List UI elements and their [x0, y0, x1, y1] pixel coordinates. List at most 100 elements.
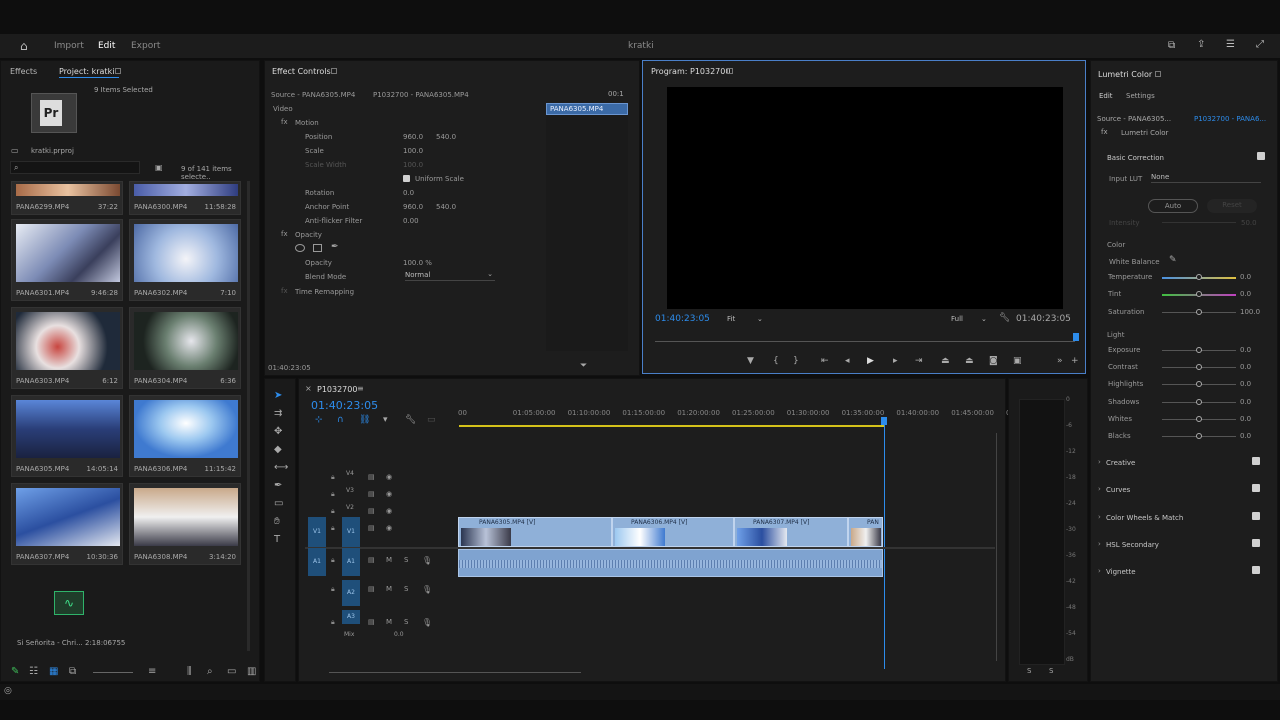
eye-icon[interactable]: ◉ — [386, 490, 392, 498]
mic-icon[interactable]: 🎙︎ — [422, 618, 432, 627]
light-subheader[interactable]: Light — [1107, 331, 1124, 339]
lumetri-section-checkbox[interactable] — [1252, 566, 1260, 575]
new-bin-icon[interactable]: ▣ — [155, 163, 163, 172]
mic-icon[interactable]: 🎙︎ — [422, 585, 432, 594]
add-marker-icon[interactable]: ▾ — [383, 415, 388, 425]
lock-icon[interactable]: 🔒︎ — [331, 490, 335, 499]
lock-icon[interactable]: 🔒︎ — [331, 473, 335, 482]
timeline-scroll-h[interactable] — [329, 672, 581, 673]
lumetri-section-header[interactable]: Creative — [1106, 459, 1135, 467]
clip-thumb[interactable]: PANA6301.MP4 9:46:28 — [11, 219, 123, 301]
solo-icon[interactable]: S — [404, 618, 408, 626]
lock-icon[interactable]: 🔒︎ — [331, 524, 335, 533]
automate-icon[interactable]: ⫼ — [187, 666, 192, 677]
lumetri-seq[interactable]: P1032700 - PANA6... — [1194, 115, 1266, 123]
blacks-slider-knob[interactable] — [1196, 433, 1202, 439]
nav-edit[interactable]: Edit — [98, 41, 115, 51]
exposure-value[interactable]: 0.0 — [1240, 346, 1251, 354]
sync-icon[interactable]: ▤ — [368, 585, 375, 593]
timeline-scroll-v[interactable] — [996, 433, 997, 661]
basic-correction-header[interactable]: Basic Correction — [1107, 154, 1164, 162]
tab-sequence[interactable]: P1032700 — [317, 385, 357, 394]
eyedropper-icon[interactable]: ✎ — [1169, 255, 1177, 265]
mute-icon[interactable]: M — [386, 556, 392, 564]
clip-thumb[interactable]: PANA6304.MP4 6:36 — [129, 307, 241, 389]
clip-thumb[interactable]: PANA6307.MP4 10:30:36 — [11, 483, 123, 565]
reset-button[interactable]: Reset — [1207, 199, 1257, 213]
temperature-value[interactable]: 0.0 — [1240, 273, 1251, 281]
uniform-scale-checkbox[interactable] — [403, 175, 410, 182]
snap-icon[interactable]: ∩ — [337, 415, 344, 425]
nav-export[interactable]: Export — [131, 41, 160, 51]
filter-icon[interactable]: ⏷ — [580, 361, 587, 371]
play-icon[interactable]: ▶ — [867, 357, 874, 366]
lumetri-section-header[interactable]: Vignette — [1106, 568, 1136, 576]
temperature-slider-knob[interactable] — [1196, 274, 1202, 280]
program-timecode[interactable]: 01:40:23:05 — [655, 314, 710, 324]
bin-icon[interactable]: ▭ — [11, 146, 19, 155]
tab-effect-controls[interactable]: Effect Controls — [272, 67, 331, 76]
clip-thumb[interactable]: PANA6302.MP4 7:10 — [129, 219, 241, 301]
menu-icon[interactable]: ☰ — [1226, 39, 1235, 50]
clip-thumb[interactable]: PANA6300.MP4 11:58:28 — [129, 181, 241, 215]
add-button-icon[interactable]: + — [1071, 357, 1079, 366]
sync-icon[interactable]: ▤ — [368, 618, 375, 626]
video-clip[interactable]: PANA6306.MP4 [V] — [612, 517, 734, 547]
quick-export-icon[interactable]: ⧉ — [1168, 40, 1175, 51]
ec-sequence[interactable]: P1032700 - PANA6305.MP4 — [373, 91, 469, 99]
lumetri-section-header[interactable]: Curves — [1106, 486, 1130, 494]
search-input[interactable]: ⌕ — [10, 161, 140, 174]
eye-icon[interactable]: ◉ — [386, 473, 392, 481]
hand-tool-icon[interactable]: ✋︎ — [274, 516, 280, 527]
solo-right[interactable]: S — [1049, 667, 1053, 675]
lumetri-fx-select[interactable]: Lumetri Color — [1121, 129, 1168, 137]
step-back-icon[interactable]: ◂ — [845, 357, 850, 366]
playhead-marker[interactable] — [881, 417, 887, 425]
tab-lumetri[interactable]: Lumetri Color — [1098, 70, 1152, 79]
slip-icon[interactable]: ⟷ — [274, 462, 288, 473]
section-chevron-icon[interactable]: › — [1098, 567, 1101, 575]
input-lut-select[interactable]: None — [1151, 172, 1261, 183]
track-a3[interactable]: A3 — [342, 610, 360, 624]
mute-icon[interactable]: M — [386, 618, 392, 626]
blacks-value[interactable]: 0.0 — [1240, 432, 1251, 440]
tint-value[interactable]: 0.0 — [1240, 290, 1251, 298]
list-view-icon[interactable]: ☷ — [29, 666, 38, 677]
lumetri-section-header[interactable]: HSL Secondary — [1106, 541, 1159, 549]
mark-in-icon[interactable]: { — [773, 357, 779, 366]
audio-clip[interactable] — [458, 549, 883, 577]
whites-slider-knob[interactable] — [1196, 416, 1202, 422]
extract-icon[interactable]: ⏏ — [965, 357, 974, 366]
find-icon[interactable]: ⌕ — [207, 666, 213, 677]
clip-thumb[interactable]: PANA6305.MP4 14:05:14 — [11, 395, 123, 477]
section-chevron-icon[interactable]: › — [1098, 458, 1101, 466]
fit-select[interactable]: Fit ⌄ — [727, 315, 767, 323]
more-icon[interactable]: » — [1057, 357, 1063, 366]
ripple-edit-icon[interactable]: ✥ — [274, 426, 282, 437]
saturation-value[interactable]: 100.0 — [1240, 308, 1260, 316]
anchor-y[interactable]: 540.0 — [436, 203, 456, 211]
program-scrubber[interactable] — [655, 341, 1075, 342]
blend-select[interactable]: Normal ⌄ — [405, 270, 495, 281]
lock-icon[interactable]: 🔒︎ — [331, 618, 335, 627]
clip-thumb[interactable]: PANA6303.MP4 6:12 — [11, 307, 123, 389]
icon-view-icon[interactable]: ▦ — [49, 666, 58, 677]
razor-icon[interactable]: ◆ — [274, 444, 282, 455]
pen-mask-icon[interactable]: ✒ — [331, 242, 339, 252]
ec-source[interactable]: Source - PANA6305.MP4 — [271, 91, 355, 99]
sync-icon[interactable]: ▤ — [368, 524, 375, 532]
nav-import[interactable]: Import — [54, 41, 84, 51]
camera-icon[interactable]: ◙ — [989, 357, 998, 366]
close-icon[interactable]: × — [305, 384, 312, 393]
clip-thumb[interactable]: PANA6299.MP4 37:22 — [11, 181, 123, 215]
pencil-icon[interactable]: ✎ — [11, 666, 19, 677]
captions-icon[interactable]: ▭ — [427, 415, 436, 425]
sequence-menu-icon[interactable]: ≡ — [357, 384, 364, 393]
video-frame[interactable] — [667, 87, 1063, 309]
antiflicker-value[interactable]: 0.00 — [403, 217, 419, 225]
auto-button[interactable]: Auto — [1148, 199, 1198, 213]
video-clip[interactable]: PAN — [848, 517, 883, 547]
position-y[interactable]: 540.0 — [436, 133, 456, 141]
marker-icon[interactable]: ▼ — [747, 357, 754, 366]
project-scrollbar[interactable] — [247, 181, 250, 651]
